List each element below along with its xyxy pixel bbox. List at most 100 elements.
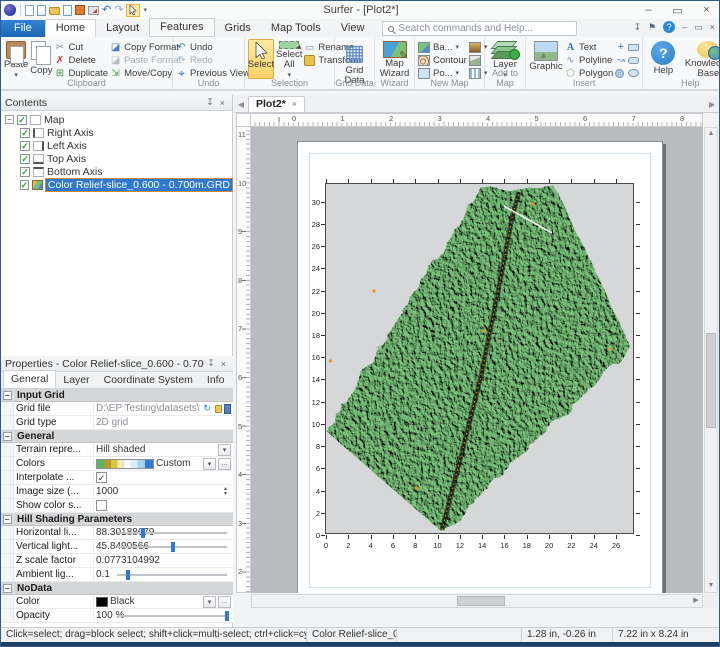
vertical-scrollbar[interactable]: ▲ ▼ [704, 127, 718, 593]
copy-format-button[interactable]: ◪Copy Format [110, 41, 181, 53]
tab-general[interactable]: General [3, 370, 56, 388]
tab-scroll-right-icon[interactable]: ▶ [705, 100, 719, 112]
search-input[interactable]: Search commands and Help... [382, 21, 577, 36]
qat-customize-dropdown-icon[interactable]: ▾ [143, 6, 147, 14]
browse-grid-icon[interactable] [215, 405, 223, 413]
spinner-icons[interactable]: ▴▾ [220, 487, 231, 497]
tab-home[interactable]: Home [45, 19, 96, 37]
select-tool-icon[interactable] [126, 4, 140, 17]
paste-format-button[interactable]: ◪Paste Format [110, 54, 181, 66]
tree-item-bottom-axis[interactable]: ✓ Bottom Axis [5, 165, 232, 178]
dropdown-icon[interactable]: ▾ [218, 444, 231, 456]
insert-rectangle-button[interactable] [628, 41, 639, 53]
properties-pin-icon[interactable]: ↧ [204, 358, 218, 369]
tree-item-color-relief[interactable]: ✓ Color Relief-slice_0.600 - 0.700m.GRD [5, 178, 232, 191]
color-relief-checkbox[interactable]: ✓ [20, 180, 30, 190]
interpolate-checkbox[interactable]: ✓ [96, 472, 107, 483]
section-hill-shading[interactable]: − Hill Shading Parameters [1, 513, 233, 526]
regrid-icon[interactable]: ↻ [202, 403, 213, 414]
color-relief-map[interactable] [326, 184, 635, 535]
terrain-dropdown[interactable]: Hill shaded ▾ [94, 443, 233, 456]
redo-button[interactable]: ↷Redo [176, 54, 250, 66]
insert-polyline-button[interactable]: ∿Polyline [565, 54, 613, 66]
map-wizard-button[interactable]: Map Wizard [378, 39, 411, 79]
insert-point-button[interactable]: + [615, 41, 626, 53]
section-input-grid[interactable]: − Input Grid [1, 389, 233, 402]
tab-features[interactable]: Features [149, 18, 214, 37]
plot-canvas[interactable]: 0246810121416182022242602468101214161820… [251, 127, 703, 593]
insert-graphic-button[interactable]: Graphic [529, 39, 563, 79]
tree-item-right-axis[interactable]: ✓ Right Axis [5, 126, 232, 139]
tab-close-icon[interactable]: × [292, 99, 297, 109]
vertical-light-slider[interactable] [117, 542, 227, 552]
section-nodata[interactable]: − NoData [1, 582, 233, 595]
restore-button[interactable]: ▭ [663, 1, 692, 19]
grid-data-button[interactable]: ▦ Grid Data [338, 39, 371, 79]
flag-icon[interactable]: ⚑ [648, 22, 656, 33]
redo-icon[interactable]: ↷ [114, 5, 123, 15]
more-options-icon[interactable]: … [218, 596, 231, 608]
undo-button[interactable]: ↶Undo [176, 41, 250, 53]
close-button[interactable]: × [692, 1, 720, 19]
collapse-icon[interactable]: − [3, 391, 12, 400]
page[interactable]: 0246810121416182022242602468101214161820… [297, 141, 663, 593]
more-options-icon[interactable]: … [218, 458, 231, 470]
tree-item-top-axis[interactable]: ✓ Top Axis [5, 152, 232, 165]
scroll-right-icon[interactable]: ▶ [690, 595, 702, 607]
new-document-icon[interactable] [25, 5, 34, 16]
horizontal-scrollbar[interactable]: ▶ [251, 594, 703, 608]
vertical-ruler[interactable]: 111098765432 [236, 127, 251, 593]
tab-layer[interactable]: Layer [56, 372, 96, 388]
tree-item-map[interactable]: − ✓ Map [5, 113, 232, 126]
insert-rounded-rectangle-button[interactable] [628, 54, 639, 66]
new-contour-map-button[interactable]: Contour [418, 54, 467, 66]
knowledge-base-button[interactable]: Knowledge Base [682, 39, 720, 79]
image-size-stepper[interactable]: 1000 ▴▾ [94, 485, 233, 498]
select-button[interactable]: Select [248, 39, 274, 79]
tree-item-left-axis[interactable]: ✓ Left Axis [5, 139, 232, 152]
tab-map-tools[interactable]: Map Tools [261, 20, 331, 37]
top-axis-checkbox[interactable]: ✓ [20, 154, 30, 164]
horizontal-scroll-thumb[interactable] [457, 596, 505, 606]
section-general[interactable]: − General [1, 430, 233, 443]
help-button[interactable]: ? Help [646, 39, 680, 79]
grid-file-value[interactable]: D:\EP Testing\datasets\for GBJ - Sur... … [94, 402, 233, 415]
copy-button[interactable]: Copy [30, 39, 52, 79]
help-badge-icon[interactable]: ? [663, 21, 675, 33]
ambient-light-slider[interactable] [117, 570, 227, 580]
scroll-up-icon[interactable]: ▲ [705, 128, 717, 140]
cut-button[interactable]: ✂Cut [54, 41, 108, 53]
map-checkbox[interactable]: ✓ [17, 115, 27, 125]
import-icon[interactable] [63, 5, 72, 16]
bottom-axis-checkbox[interactable]: ✓ [20, 167, 30, 177]
save-grid-icon[interactable] [224, 404, 231, 414]
right-axis-checkbox[interactable]: ✓ [20, 128, 30, 138]
tab-view[interactable]: View [331, 20, 375, 37]
tab-scroll-left-icon[interactable]: ◀ [234, 100, 248, 112]
collapse-icon[interactable]: − [3, 584, 12, 593]
tab-file[interactable]: File [1, 20, 45, 37]
insert-text-button[interactable]: AText [565, 41, 613, 53]
new-from-template-icon[interactable] [37, 5, 46, 16]
opacity-slider[interactable] [117, 611, 227, 621]
new-base-map-button[interactable]: Ba...▾ [418, 41, 467, 53]
open-file-icon[interactable] [49, 7, 60, 15]
dropdown-icon[interactable]: ▾ [203, 458, 216, 470]
horizontal-ruler[interactable]: 0123456789 [251, 113, 703, 127]
print-icon[interactable] [88, 6, 99, 15]
colors-dropdown[interactable]: Custom ▾ … [94, 457, 233, 470]
document-tab-plot2[interactable]: Plot2* × [248, 96, 305, 112]
mdi-close-icon[interactable]: × [710, 22, 715, 32]
save-icon[interactable] [75, 5, 85, 15]
minimize-button[interactable]: – [634, 1, 663, 19]
scroll-down-icon[interactable]: ▼ [705, 580, 717, 592]
mdi-restore-icon[interactable]: ▭ [694, 22, 703, 33]
collapse-icon[interactable]: − [3, 432, 12, 441]
horizontal-light-slider[interactable] [117, 528, 227, 538]
tab-layout[interactable]: Layout [96, 20, 149, 37]
paste-button[interactable]: Paste ▾ [4, 39, 28, 79]
contents-close-icon[interactable]: × [217, 98, 228, 108]
expander-icon[interactable]: − [5, 115, 14, 124]
nodata-color-dropdown[interactable]: Black ▾ … [94, 595, 233, 608]
pin-icon[interactable]: ↧ [634, 22, 642, 33]
